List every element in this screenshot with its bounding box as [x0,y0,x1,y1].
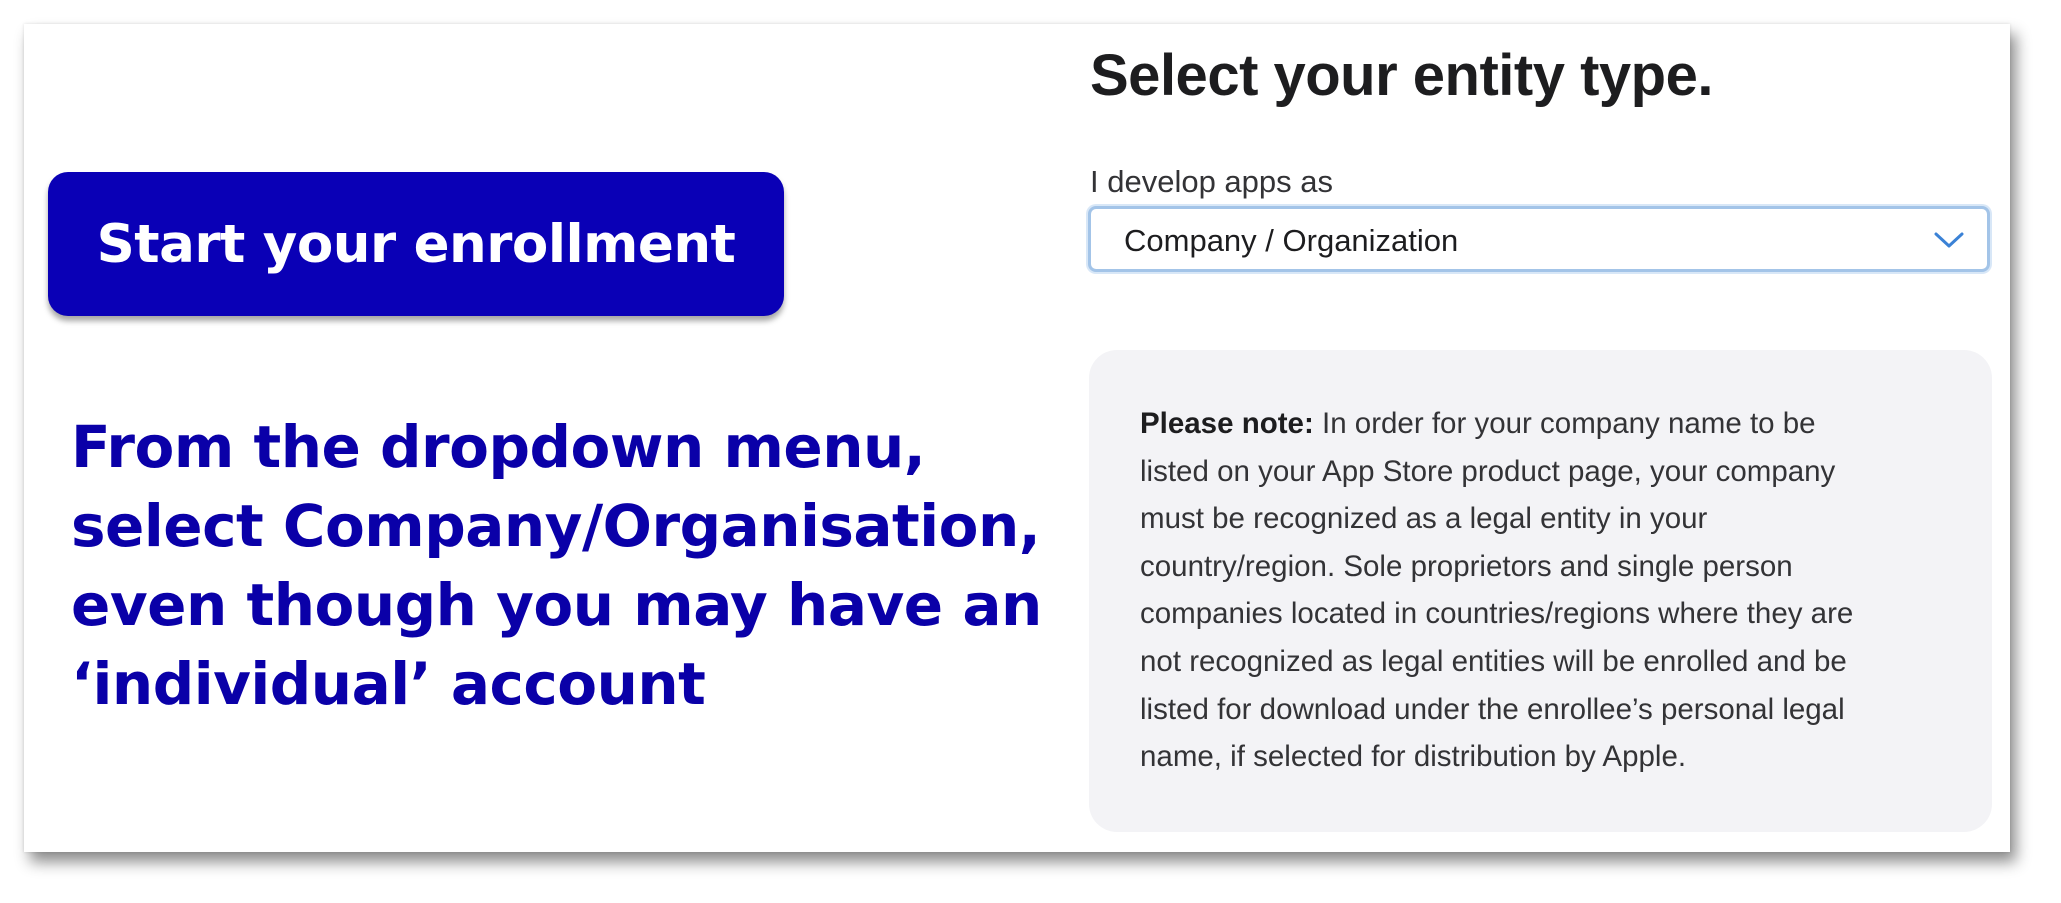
note-line: companies located in countries/regions w… [1140,597,1854,631]
note-box: Please note: In order for your company n… [1089,350,1992,832]
entity-type-label: I develop apps as [1090,164,1334,199]
chevron-down-icon [1934,232,1964,248]
note-line: must be recognized as a legal entity in … [1140,502,1708,536]
note-line: listed for download under the enrollee’s… [1140,692,1845,726]
note-text: Please note: In order for your company n… [1140,400,1960,781]
note-line: listed on your App Store product page, y… [1140,454,1836,488]
note-heading: Please note: [1140,407,1314,440]
page-title: Select your entity type. [1090,43,1713,108]
note-line: Please note: In order for your company n… [1140,400,1960,448]
instruction-text: From the dropdown menu, select Company/O… [71,408,1061,724]
entity-type-select[interactable]: Company / Organization [1088,206,1990,272]
instruction-line: From the dropdown menu, [71,413,926,481]
note-line: name, if selected for distribution by Ap… [1140,740,1687,774]
start-enrollment-button[interactable]: Start your enrollment [48,172,784,316]
slide-card: Start your enrollment From the dropdown … [24,24,2010,852]
note-line: country/region. Sole proprietors and sin… [1140,549,1793,583]
instruction-line: select Company/Organisation, [71,492,1041,560]
instruction-line: ‘individual’ account [71,650,706,718]
instruction-line: even though you may have an [71,571,1042,639]
note-line: not recognized as legal entities will be… [1140,644,1847,678]
note-line-text: In order for your company name to be [1313,407,1816,440]
entity-type-selected-value: Company / Organization [1124,223,1459,258]
